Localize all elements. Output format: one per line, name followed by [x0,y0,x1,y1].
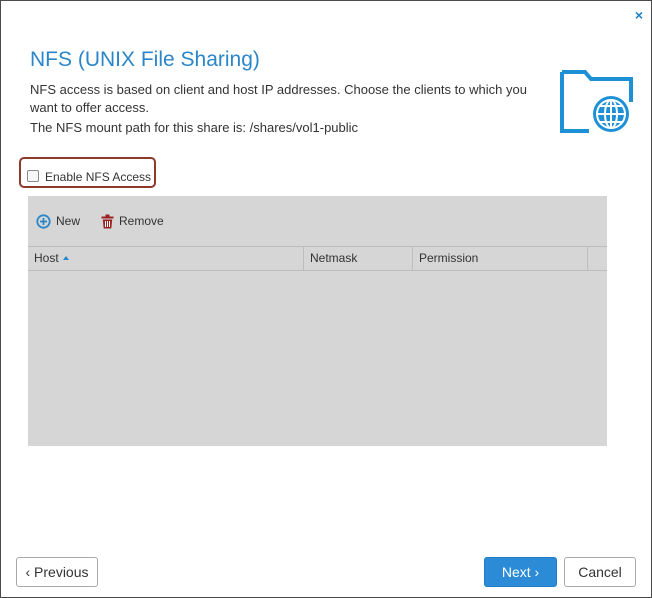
new-button-label: New [56,214,81,228]
next-button[interactable]: Next › [484,557,557,587]
cancel-button[interactable]: Cancel [564,557,636,587]
previous-button[interactable]: ‹ Previous [16,557,98,587]
enable-nfs-checkbox[interactable] [27,170,39,182]
column-header-netmask[interactable]: Netmask [303,247,412,270]
dialog-description: NFS access is based on client and host I… [30,82,527,115]
column-header-host[interactable]: Host [28,247,303,270]
trash-icon [101,214,114,228]
grid-header-row: Host Netmask Permission [28,246,607,271]
nfs-hosts-grid: New Remove Host Netmask Permission [28,196,607,446]
folder-globe-icon [560,70,633,133]
column-header-spacer [587,247,607,270]
column-header-permission[interactable]: Permission [412,247,587,270]
mount-path-text: The NFS mount path for this share is: /s… [30,120,359,135]
add-circle-icon [36,213,51,229]
close-icon[interactable]: × [632,7,646,23]
column-header-host-label: Host [34,251,59,265]
remove-button[interactable]: Remove [101,212,164,230]
new-button[interactable]: New [36,212,80,230]
enable-nfs-label[interactable]: Enable NFS Access [45,170,151,184]
remove-button-label: Remove [119,214,164,228]
sort-ascending-icon [62,256,69,260]
dialog-title: NFS (UNIX File Sharing) [30,48,260,71]
